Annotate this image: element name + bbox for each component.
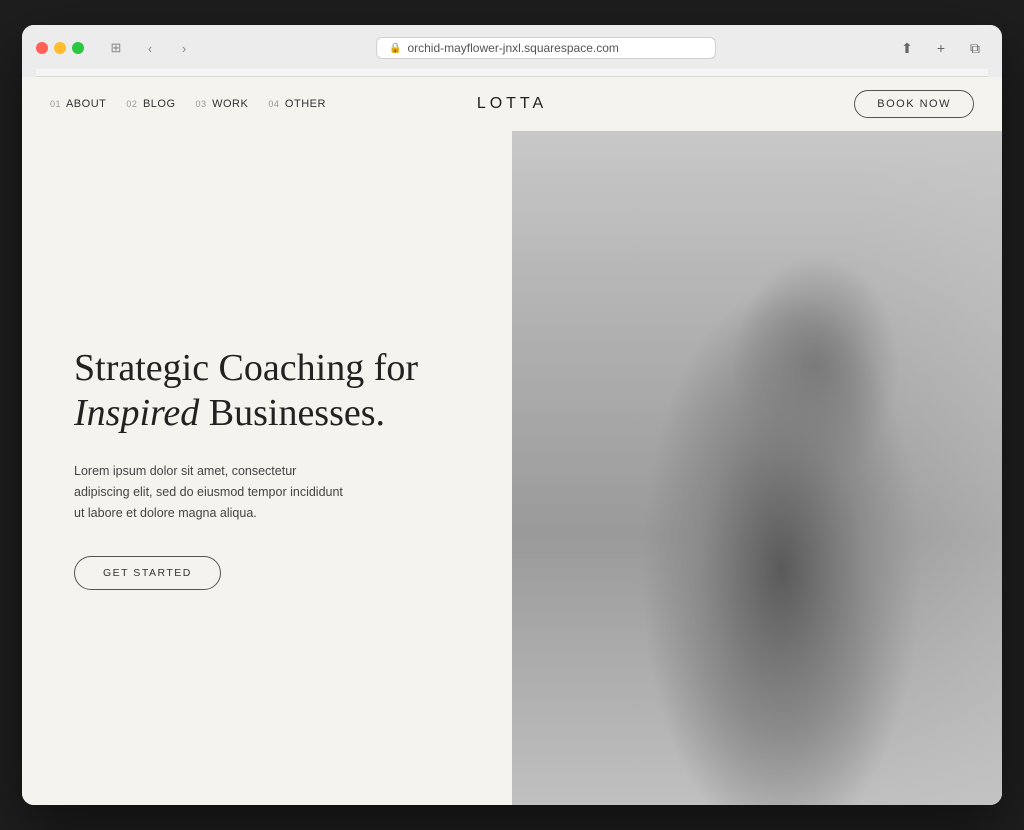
website: 01 ABOUT 02 BLOG 03 WORK 04 OTHER LOTTA (22, 77, 1002, 805)
hero-photo (512, 131, 1002, 805)
site-nav: 01 ABOUT 02 BLOG 03 WORK 04 OTHER LOTTA (22, 77, 1002, 131)
hero-right-panel (512, 131, 1002, 805)
sidebar-toggle-button[interactable]: ⊞ (102, 38, 130, 58)
address-bar[interactable]: 🔒 orchid-mayflower-jnxl.squarespace.com (376, 37, 716, 59)
browser-tab-bar (36, 69, 988, 77)
minimize-button[interactable] (54, 42, 66, 54)
nav-item-about[interactable]: 01 ABOUT (50, 98, 106, 110)
nav-item-work[interactable]: 03 WORK (196, 98, 249, 110)
browser-top-bar: ⊞ ‹ › 🔒 orchid-mayflower-jnxl.squarespac… (36, 35, 988, 61)
get-started-button[interactable]: GET STARTED (74, 556, 221, 590)
hero-left-panel: Strategic Coaching for Inspired Business… (22, 131, 512, 805)
hero-section: Strategic Coaching for Inspired Business… (22, 131, 1002, 805)
url-text: orchid-mayflower-jnxl.squarespace.com (407, 41, 618, 55)
nav-number-about: 01 (50, 99, 61, 109)
traffic-lights (36, 42, 84, 54)
share-button[interactable]: ⬆ (894, 35, 920, 61)
close-button[interactable] (36, 42, 48, 54)
nav-left: 01 ABOUT 02 BLOG 03 WORK 04 OTHER (50, 98, 326, 110)
hero-heading-line1: Strategic Coaching for (74, 347, 418, 389)
nav-right: BOOK NOW (854, 90, 974, 118)
browser-window: ⊞ ‹ › 🔒 orchid-mayflower-jnxl.squarespac… (22, 25, 1002, 805)
tabs-button[interactable]: ⧉ (962, 35, 988, 61)
browser-chrome: ⊞ ‹ › 🔒 orchid-mayflower-jnxl.squarespac… (22, 25, 1002, 77)
hero-heading: Strategic Coaching for Inspired Business… (74, 346, 460, 437)
maximize-button[interactable] (72, 42, 84, 54)
new-tab-button[interactable]: + (928, 35, 954, 61)
book-now-button[interactable]: BOOK NOW (854, 90, 974, 118)
nav-number-work: 03 (196, 99, 207, 109)
hero-heading-italic: Inspired (74, 392, 199, 434)
address-bar-container: 🔒 orchid-mayflower-jnxl.squarespace.com (208, 37, 884, 59)
hero-heading-line2: Businesses. (199, 392, 385, 434)
browser-actions: ⬆ + ⧉ (894, 35, 988, 61)
nav-number-other: 04 (268, 99, 279, 109)
hero-subtext: Lorem ipsum dolor sit amet, consectetur … (74, 461, 354, 525)
forward-button[interactable]: › (170, 38, 198, 58)
back-button[interactable]: ‹ (136, 38, 164, 58)
nav-number-blog: 02 (126, 99, 137, 109)
lock-icon: 🔒 (389, 43, 401, 54)
nav-item-other[interactable]: 04 OTHER (268, 98, 326, 110)
nav-item-blog[interactable]: 02 BLOG (126, 98, 175, 110)
site-logo[interactable]: LOTTA (477, 95, 547, 113)
browser-controls: ⊞ ‹ › (102, 38, 198, 58)
